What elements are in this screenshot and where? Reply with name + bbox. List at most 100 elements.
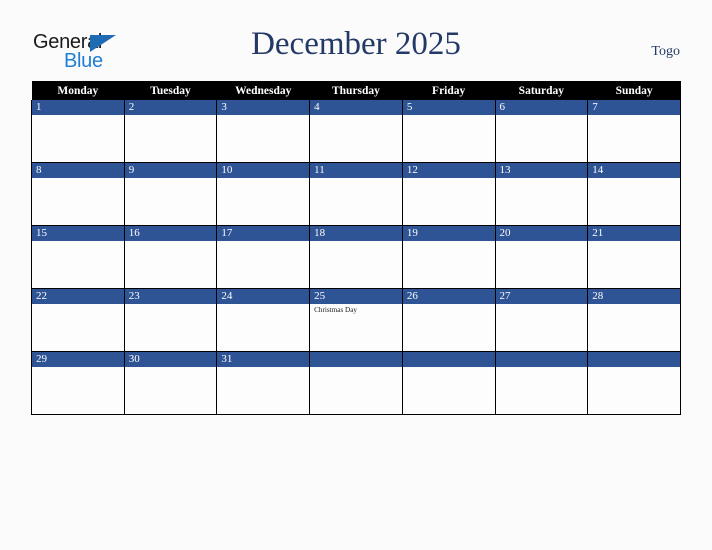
- day-events: [403, 178, 495, 180]
- day-events: [588, 367, 680, 369]
- day-number: 11: [310, 163, 402, 178]
- day-cell[interactable]: 1: [31, 100, 125, 163]
- day-number: 13: [495, 163, 588, 178]
- day-cell[interactable]: 29: [31, 351, 125, 415]
- day-number: [495, 352, 588, 367]
- day-number: 30: [124, 352, 217, 367]
- day-cell[interactable]: 17: [216, 225, 311, 289]
- day-cell-empty[interactable]: [401, 351, 496, 415]
- day-cell[interactable]: 6: [494, 100, 589, 163]
- day-number: [588, 352, 680, 367]
- day-events: [32, 304, 124, 306]
- day-cell[interactable]: 19: [401, 225, 496, 289]
- day-cell[interactable]: 2: [123, 100, 218, 163]
- day-events: [403, 367, 495, 369]
- day-number: 31: [217, 352, 310, 367]
- day-number: 5: [402, 100, 495, 115]
- day-number: 14: [588, 163, 680, 178]
- day-events: [125, 304, 217, 306]
- day-events: [217, 178, 309, 180]
- day-cell[interactable]: 25 Christmas Day: [309, 288, 403, 352]
- day-number: 22: [32, 289, 124, 304]
- calendar-grid: Monday Tuesday Wednesday Thursday Friday…: [31, 81, 681, 415]
- page-header: General Blue December 2025 Togo: [0, 0, 712, 78]
- day-cell-empty[interactable]: [494, 351, 589, 415]
- day-number: 8: [32, 163, 124, 178]
- day-cell[interactable]: 16: [123, 225, 218, 289]
- day-events: [217, 304, 309, 306]
- day-cell[interactable]: 14: [587, 162, 681, 226]
- day-cell[interactable]: 10: [216, 162, 311, 226]
- day-cell[interactable]: 11: [309, 162, 403, 226]
- day-cell[interactable]: 21: [587, 225, 681, 289]
- day-cell[interactable]: 5: [401, 100, 496, 163]
- day-cell[interactable]: 31: [216, 351, 311, 415]
- day-events: [588, 178, 680, 180]
- day-events: [310, 178, 402, 180]
- day-cell[interactable]: 20: [494, 225, 589, 289]
- day-events: [403, 241, 495, 243]
- day-cell[interactable]: 8: [31, 162, 125, 226]
- day-number: 1: [32, 100, 124, 115]
- day-cell[interactable]: 30: [123, 351, 218, 415]
- day-cell[interactable]: 28: [587, 288, 681, 352]
- day-number: [310, 352, 402, 367]
- calendar-week-row: 15 16 17 18 19 20 21: [31, 225, 681, 289]
- calendar-week-row: 29 30 31: [31, 351, 681, 415]
- day-events: [125, 115, 217, 117]
- day-events: [588, 115, 680, 117]
- day-cell[interactable]: 12: [401, 162, 496, 226]
- day-cell[interactable]: 9: [123, 162, 218, 226]
- day-number: 23: [124, 289, 217, 304]
- day-cell[interactable]: 3: [216, 100, 311, 163]
- calendar-week-row: 8 9 10 11 12 13 14: [31, 162, 681, 226]
- weekday-header-saturday: Saturday: [495, 81, 588, 100]
- day-number: 2: [124, 100, 217, 115]
- day-number: [402, 352, 495, 367]
- day-number: 20: [495, 226, 588, 241]
- day-number: 17: [217, 226, 310, 241]
- day-cell[interactable]: 15: [31, 225, 125, 289]
- day-events: [403, 304, 495, 306]
- day-cell-empty[interactable]: [309, 351, 403, 415]
- day-cell-empty[interactable]: [587, 351, 681, 415]
- day-number: 10: [217, 163, 310, 178]
- day-number: 15: [32, 226, 124, 241]
- day-cell[interactable]: 27: [494, 288, 589, 352]
- weekday-header-friday: Friday: [402, 81, 496, 100]
- day-events: [588, 304, 680, 306]
- day-events: [125, 241, 217, 243]
- day-cell[interactable]: 7: [587, 100, 681, 163]
- day-number: 27: [495, 289, 588, 304]
- day-events: [403, 115, 495, 117]
- day-number: 6: [495, 100, 588, 115]
- day-events: [32, 241, 124, 243]
- day-events: [217, 115, 309, 117]
- day-number: 25: [310, 289, 402, 304]
- day-cell[interactable]: 24: [216, 288, 311, 352]
- day-number: 4: [310, 100, 402, 115]
- calendar-week-row: 22 23 24 25 Christmas Day 26 27 28: [31, 288, 681, 352]
- day-cell[interactable]: 13: [494, 162, 589, 226]
- day-number: 19: [402, 226, 495, 241]
- weekday-header-tuesday: Tuesday: [124, 81, 217, 100]
- weekday-header-monday: Monday: [31, 81, 125, 100]
- day-cell[interactable]: 22: [31, 288, 125, 352]
- day-number: 12: [402, 163, 495, 178]
- calendar-body: 1 2 3 4 5 6 7 8 9 10 11 12 13 14 15 16 17 18 19 20 21 22 23 24 2…: [31, 100, 681, 415]
- day-cell[interactable]: 26: [401, 288, 496, 352]
- day-cell[interactable]: 4: [309, 100, 403, 163]
- day-number: 24: [217, 289, 310, 304]
- day-events: [32, 367, 124, 369]
- day-events: [310, 367, 402, 369]
- day-events: [496, 367, 588, 369]
- day-events: Christmas Day: [310, 304, 402, 315]
- day-cell[interactable]: 18: [309, 225, 403, 289]
- day-number: 21: [588, 226, 680, 241]
- day-events: [496, 304, 588, 306]
- country-label: Togo: [651, 44, 680, 59]
- weekday-header-row: Monday Tuesday Wednesday Thursday Friday…: [31, 81, 681, 100]
- weekday-header-sunday: Sunday: [587, 81, 681, 100]
- day-cell[interactable]: 23: [123, 288, 218, 352]
- day-events: [496, 115, 588, 117]
